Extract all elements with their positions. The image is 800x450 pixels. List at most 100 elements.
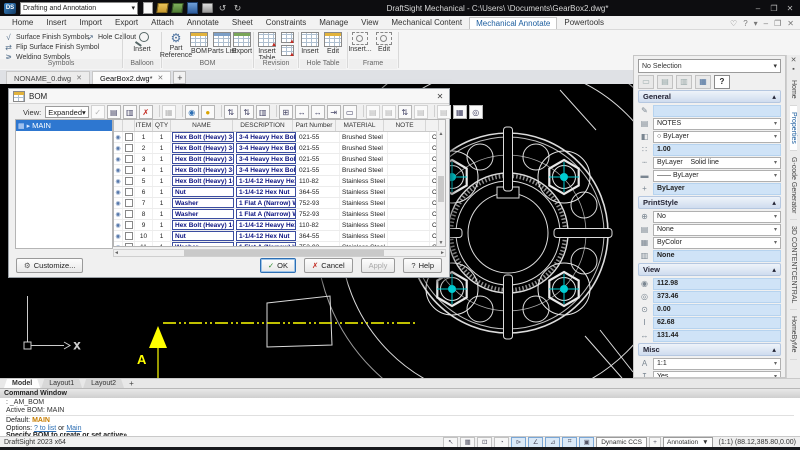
lineweight-combo[interactable]: —— ByLayer	[653, 170, 781, 182]
row-checkbox[interactable]	[125, 155, 133, 163]
description-cell[interactable]: 3-4 Heavy Hex Bolt	[236, 143, 296, 153]
linestyle-combo[interactable]: ByLayer Solid line	[653, 157, 781, 169]
name-cell[interactable]: Washer	[172, 242, 234, 247]
printstyle-table-combo[interactable]: None	[653, 224, 781, 236]
help-button[interactable]: ?	[714, 75, 730, 89]
table-row[interactable]: ◉ 9 1 Hex Bolt (Heavy) 1-1/4-12 1-1/4-12…	[114, 220, 445, 231]
app-logo-icon[interactable]: DS	[4, 3, 16, 14]
transparency-field[interactable]: ByLayer	[653, 183, 781, 195]
open-file-button[interactable]	[157, 3, 168, 14]
column-options-icon[interactable]: ▥	[256, 105, 270, 119]
ribbon-tab[interactable]: Insert	[40, 17, 72, 28]
help-icon[interactable]: ?	[743, 19, 747, 28]
palette-side-tab[interactable]: 3D CONTENTCENTRAL	[790, 220, 797, 310]
cancel-button[interactable]: ✗Cancel	[304, 258, 353, 273]
section-printstyle[interactable]: PrintStyle▴	[638, 196, 781, 209]
resort-icon[interactable]: ⇅	[398, 105, 412, 119]
palette-side-tab[interactable]: Home	[790, 74, 797, 106]
ribbon-tab[interactable]: Annotate	[181, 17, 225, 28]
col-qty[interactable]: QTY	[153, 120, 171, 131]
description-cell[interactable]: 1 Flat A (Narrow) Washer	[236, 242, 296, 247]
renumber-icon[interactable]: ⇥	[327, 105, 341, 119]
row-checkbox[interactable]	[125, 188, 133, 196]
bom-dialog-titlebar[interactable]: BOM ✕	[9, 89, 449, 104]
row-options-icon[interactable]: ▤	[414, 105, 428, 119]
description-cell[interactable]: 3-4 Heavy Hex Bolt	[236, 132, 296, 142]
col-name[interactable]: NAME	[171, 120, 233, 131]
add-status-icon[interactable]: +	[649, 437, 661, 448]
sort-ascending-icon[interactable]: ⇅	[224, 105, 238, 119]
sort-descending-icon[interactable]: ⇅	[240, 105, 254, 119]
scroll-left-icon[interactable]: ◄	[114, 250, 119, 256]
view-combo[interactable]: Expanded▾	[45, 106, 89, 118]
description-cell[interactable]: 3-4 Heavy Hex Bolt	[236, 154, 296, 164]
section-view[interactable]: View▴	[638, 263, 781, 276]
palette-side-tab[interactable]: HomeByMe	[790, 310, 797, 360]
name-cell[interactable]: Nut	[172, 187, 234, 197]
scroll-thumb[interactable]	[438, 176, 444, 202]
name-cell[interactable]: Washer	[172, 209, 234, 219]
revision-edit-icon[interactable]	[281, 32, 294, 43]
ribbon-tab[interactable]: View	[355, 17, 384, 28]
table-row[interactable]: ◉ 1 1 Hex Bolt (Heavy) 3-4 3-4 Heavy Hex…	[114, 132, 445, 143]
revision-update-icon[interactable]	[281, 45, 294, 56]
print-button[interactable]	[202, 3, 213, 14]
duplicate-row-icon[interactable]: ▥	[123, 105, 137, 119]
printstyle-color-combo[interactable]: ByColor	[653, 237, 781, 249]
close-button[interactable]: ✕	[784, 4, 796, 13]
table-row[interactable]: ◉ 7 1 Washer 1 Flat A (Narrow) Washer 75…	[114, 198, 445, 209]
printstyle-combo[interactable]: No	[653, 211, 781, 223]
description-cell[interactable]: 1 Flat A (Narrow) Washer	[236, 198, 296, 208]
name-cell[interactable]: Hex Bolt (Heavy) 1-1/4-12	[172, 220, 234, 230]
palette-side-tab[interactable]: G-code Generator	[790, 151, 797, 220]
follow-symbol-icon[interactable]: ◉	[185, 105, 199, 119]
description-cell[interactable]: 1-1/4-12 Hex Nut	[236, 187, 296, 197]
table-horizontal-scrollbar[interactable]: ◄►	[113, 249, 446, 257]
ribbon-tab[interactable]: Import	[73, 17, 108, 28]
grid-icon[interactable]: ▦	[460, 437, 475, 448]
center-z-field[interactable]: 0.00	[653, 304, 781, 316]
row-checkbox[interactable]	[125, 199, 133, 207]
width-field[interactable]: 131.44	[653, 330, 781, 342]
col-material[interactable]: MATERIAL	[336, 120, 384, 131]
linescale-field[interactable]: 1.00	[653, 144, 781, 156]
section-general[interactable]: General▴	[638, 90, 781, 103]
bom-tree-panel[interactable]: ▦ ▸ MAIN	[15, 119, 113, 249]
new-file-button[interactable]	[142, 3, 153, 14]
name-cell[interactable]: Hex Bolt (Heavy) 3-4	[172, 143, 234, 153]
minimize-button[interactable]: –	[752, 4, 764, 13]
row-checkbox[interactable]	[125, 133, 133, 141]
select-entities-icon[interactable]: ▭	[638, 75, 654, 89]
row-checkbox[interactable]	[125, 232, 133, 240]
annotation-scale-combo[interactable]: Annotation▼	[663, 437, 713, 448]
row-checkbox[interactable]	[125, 210, 133, 218]
sheet-tab[interactable]: Layout2	[83, 379, 124, 388]
doc-minimize-icon[interactable]: –	[764, 19, 768, 28]
hole-table-edit-button[interactable]: Edit	[321, 32, 345, 59]
linecolor-combo[interactable]: ○ ByLayer	[653, 131, 781, 143]
quick-select-icon[interactable]: ▤	[657, 75, 673, 89]
scroll-down-icon[interactable]: ▼	[439, 240, 444, 246]
description-cell[interactable]: 3-4 Heavy Hex Bolt	[236, 165, 296, 175]
add-sheet-button[interactable]: +	[125, 379, 138, 388]
table-row[interactable]: ◉ 6 1 Nut 1-1/4-12 Hex Nut 364-55 Stainl…	[114, 187, 445, 198]
options-main-link[interactable]: Main	[66, 425, 81, 432]
new-tab-button[interactable]: +	[173, 71, 186, 84]
description-cell[interactable]: 1 Flat A (Narrow) Washer	[236, 209, 296, 219]
command-window[interactable]: : _AM_BOM Active BOM: MAIN Default: MAIN…	[0, 398, 800, 436]
highlight-icon[interactable]: ●	[201, 105, 215, 119]
ribbon-tab[interactable]: Mechanical Annotate	[469, 17, 557, 29]
printstyle-value-field[interactable]: None	[653, 250, 781, 262]
section-misc[interactable]: Misc▴	[638, 343, 781, 356]
collapse-item-icon[interactable]: ↔	[311, 105, 325, 119]
command-window-header[interactable]: Command Window	[0, 388, 800, 398]
table-row[interactable]: ◉ 3 1 Hex Bolt (Heavy) 3-4 3-4 Heavy Hex…	[114, 154, 445, 165]
close-tab-icon[interactable]: ✕	[76, 74, 82, 82]
name-cell[interactable]: Washer	[172, 198, 234, 208]
col-item[interactable]: ITEM	[135, 120, 153, 131]
scroll-thumb[interactable]	[184, 250, 384, 256]
table-row[interactable]: ◉ 4 1 Hex Bolt (Heavy) 3-4 3-4 Heavy Hex…	[114, 165, 445, 176]
zoom-to-icon[interactable]: ◎	[469, 105, 483, 119]
options-list-link[interactable]: ? to list	[34, 425, 56, 432]
redo-button[interactable]: ↻	[232, 3, 243, 14]
